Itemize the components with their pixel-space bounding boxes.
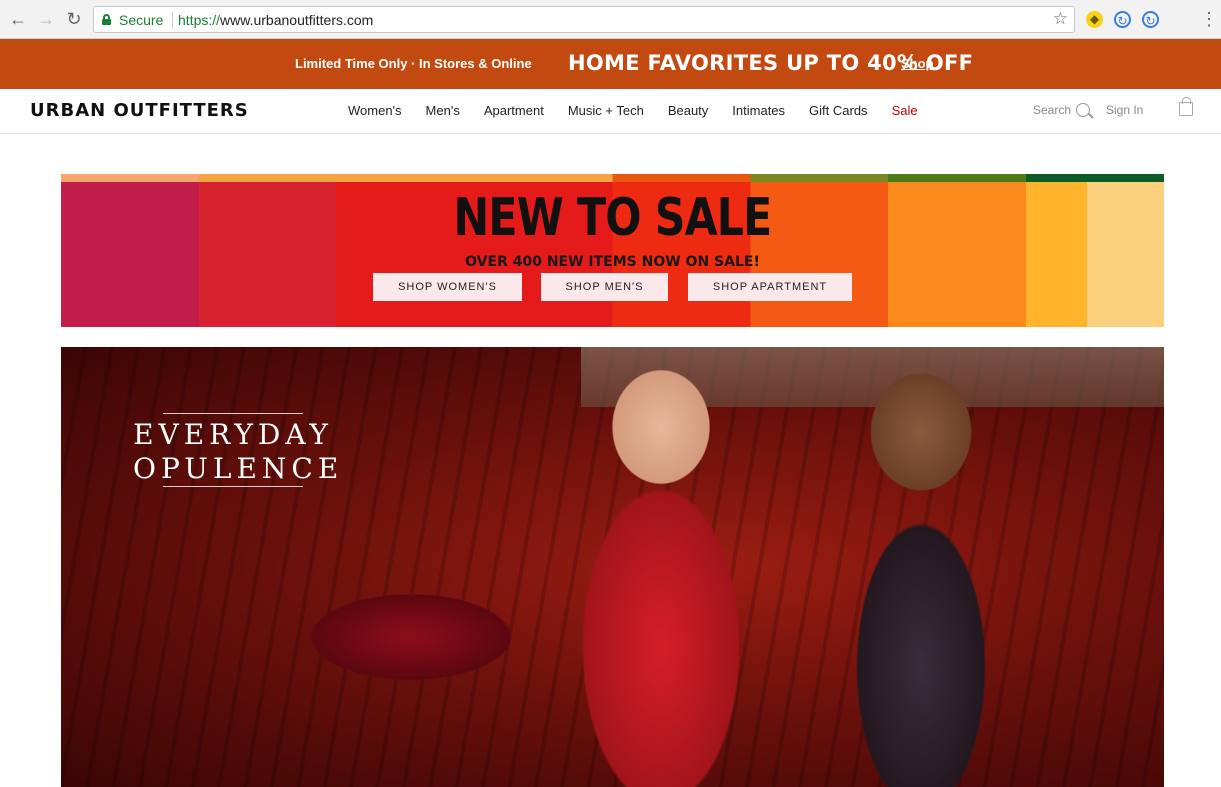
nav-beauty[interactable]: Beauty <box>668 103 708 118</box>
nav-gift-cards[interactable]: Gift Cards <box>809 103 868 118</box>
back-arrow-icon[interactable]: ← <box>8 9 28 29</box>
sale-subtitle: OVER 400 NEW ITEMS NOW ON SALE! <box>465 254 760 270</box>
menu-icon[interactable]: ⋮ <box>1200 9 1218 29</box>
hero-image[interactable]: EVERYDAY OPULENCE <box>61 347 1164 787</box>
hero-title: EVERYDAY OPULENCE <box>133 413 344 487</box>
reload-icon[interactable]: ↻ <box>64 9 84 29</box>
site-header: URBAN OUTFITTERS Women's Men's Apartment… <box>0 89 1221 134</box>
nav-music-tech[interactable]: Music + Tech <box>568 103 644 118</box>
address-bar[interactable]: Secure https://www.urbanoutfitters.com ☆ <box>93 6 1075 33</box>
nav-apartment[interactable]: Apartment <box>484 103 544 118</box>
hero-title-line1: EVERYDAY <box>133 418 333 451</box>
hero-rule-top <box>163 413 303 414</box>
url-text[interactable]: https://www.urbanoutfitters.com <box>178 12 373 28</box>
hero-rule-bottom <box>163 486 303 487</box>
sale-banner[interactable]: NEW TO SALE OVER 400 NEW ITEMS NOW ON SA… <box>61 174 1164 327</box>
extension-icon[interactable]: ◆ <box>1086 11 1103 28</box>
hero-title-line2: OPULENCE <box>133 452 344 485</box>
address-separator <box>172 12 173 28</box>
main-nav: Women's Men's Apartment Music + Tech Bea… <box>348 103 942 118</box>
browser-toolbar: ← → ↻ Secure https://www.urbanoutfitters… <box>0 0 1221 39</box>
promo-bar: Limited Time Only · In Stores & Online H… <box>0 39 1221 89</box>
model-legs <box>241 487 541 787</box>
promo-shop-link[interactable]: Shop <box>901 56 934 71</box>
lock-icon <box>102 14 111 25</box>
nav-intimates[interactable]: Intimates <box>732 103 785 118</box>
logo[interactable]: URBAN OUTFITTERS <box>30 100 249 121</box>
model-left <box>531 347 791 787</box>
search-icon[interactable] <box>1076 103 1090 117</box>
secure-label: Secure <box>119 12 164 28</box>
banner-color-strip <box>61 174 1164 182</box>
star-icon[interactable]: ☆ <box>1053 9 1068 29</box>
sync-icon[interactable]: ↻ <box>1114 11 1131 28</box>
sale-title: NEW TO SALE <box>453 188 773 248</box>
sign-in-link[interactable]: Sign In <box>1106 103 1143 117</box>
nav-womens[interactable]: Women's <box>348 103 402 118</box>
shop-womens-button[interactable]: SHOP WOMEN'S <box>373 273 522 301</box>
shop-mens-button[interactable]: SHOP MEN'S <box>541 273 668 301</box>
forward-arrow-icon[interactable]: → <box>36 9 56 29</box>
model-right <box>761 347 1051 787</box>
bag-icon[interactable] <box>1179 97 1193 116</box>
promo-left-text: Limited Time Only · In Stores & Online <box>295 56 532 71</box>
nav-sale[interactable]: Sale <box>892 103 918 118</box>
shop-apartment-button[interactable]: SHOP APARTMENT <box>688 273 852 301</box>
search-label[interactable]: Search <box>1033 103 1071 117</box>
nav-mens[interactable]: Men's <box>426 103 460 118</box>
sync-icon[interactable]: ↻ <box>1142 11 1159 28</box>
